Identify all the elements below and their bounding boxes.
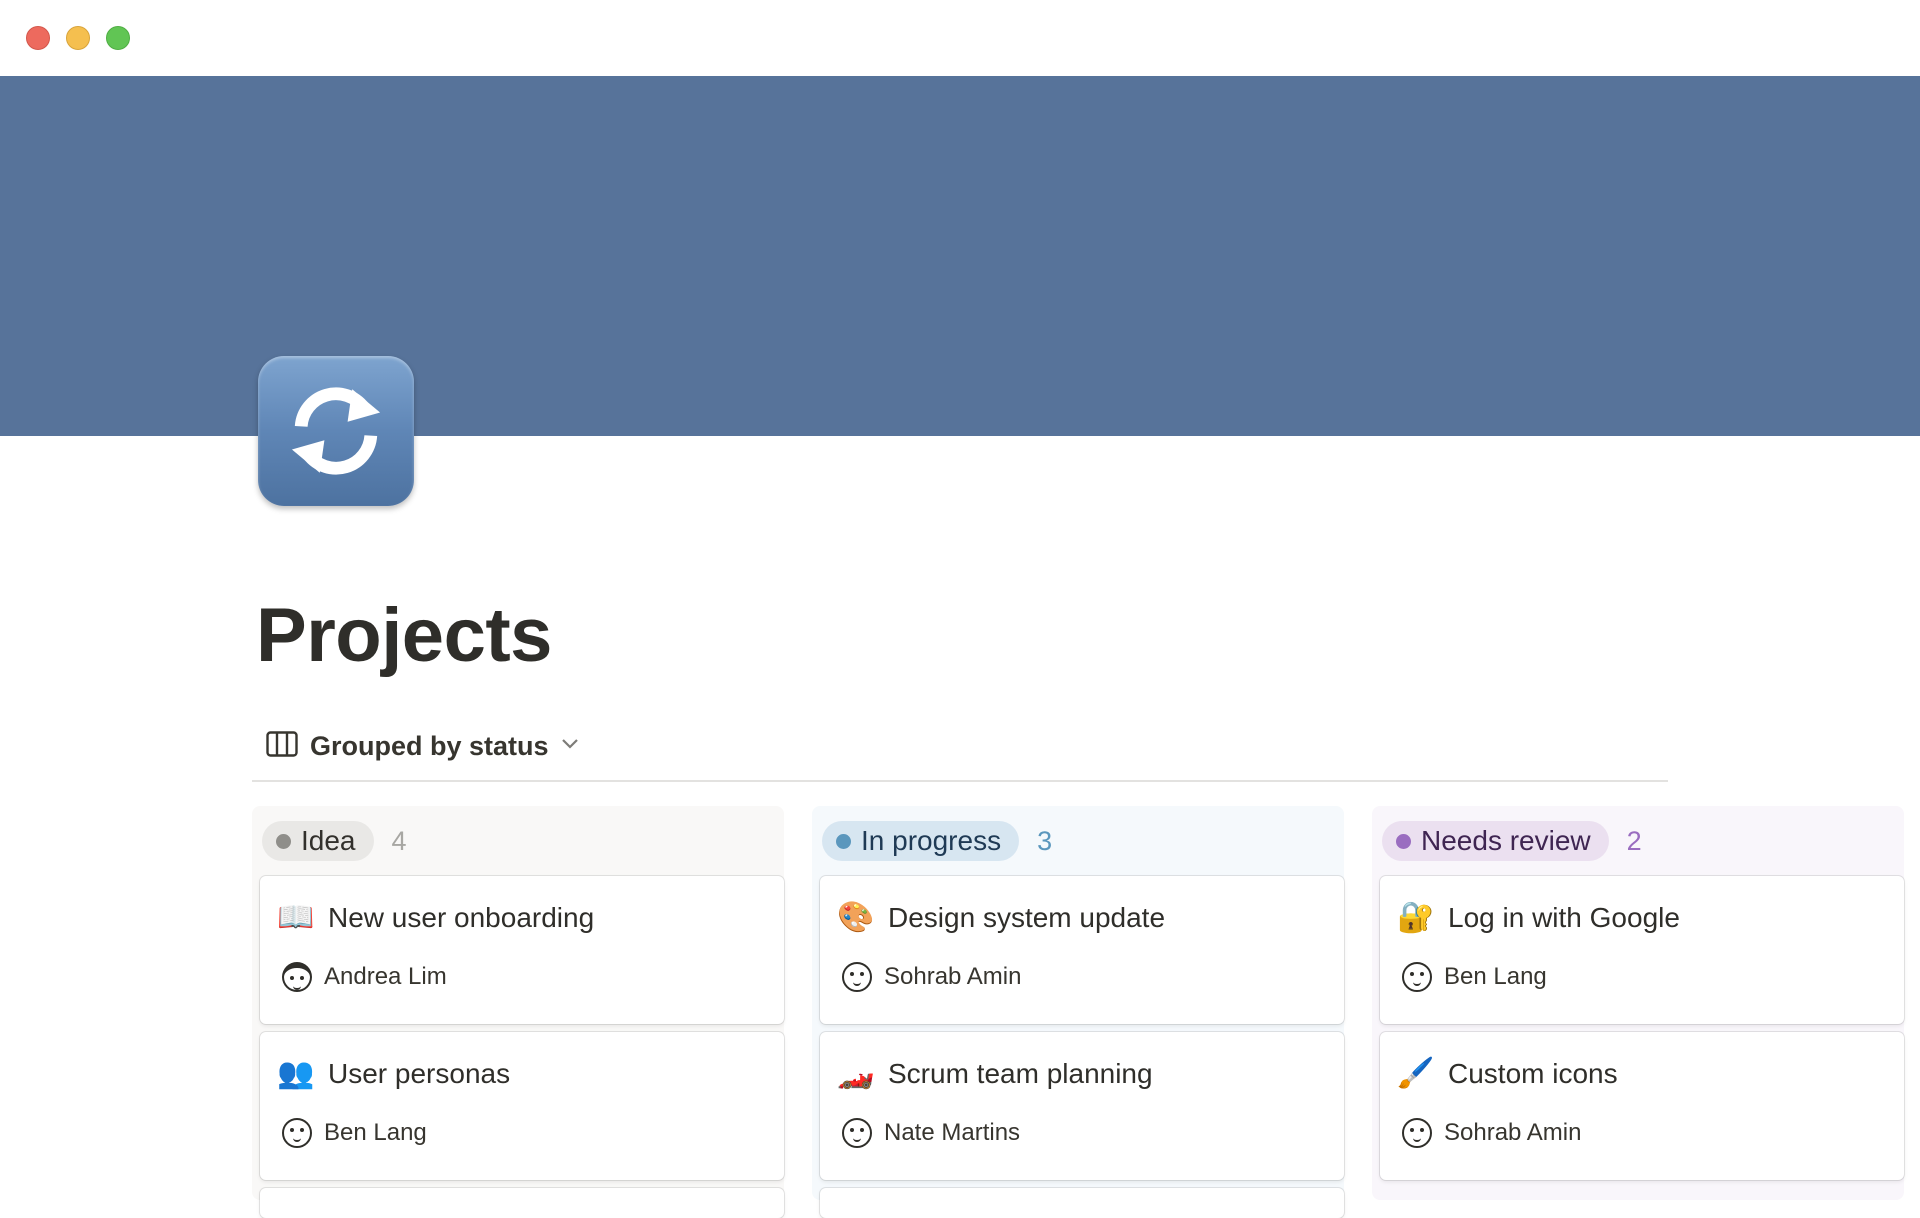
- assignee-name: Ben Lang: [1444, 963, 1547, 990]
- card-title-row: 🏎️ Scrum team planning: [837, 1056, 1153, 1092]
- column-header: In progress 3: [820, 806, 1336, 876]
- column-needs-review: Needs review 2 🔐 Log in with Google Ben …: [1372, 806, 1904, 1200]
- avatar: [1402, 962, 1432, 992]
- column-count: 4: [391, 825, 407, 856]
- column-count: 2: [1626, 825, 1642, 856]
- assignee: Sohrab Amin: [1402, 1118, 1581, 1148]
- zoom-window-button[interactable]: [106, 26, 130, 50]
- card[interactable]: [260, 1188, 784, 1218]
- card[interactable]: 📖 New user onboarding Andrea Lim: [260, 876, 784, 1024]
- avatar: [282, 962, 312, 992]
- status-dot: [276, 833, 291, 849]
- card-title: Design system update: [888, 902, 1166, 933]
- assignee-name: Ben Lang: [324, 1119, 427, 1146]
- card-title-row: 👥 User personas: [277, 1056, 511, 1092]
- avatar: [842, 962, 872, 992]
- page-title[interactable]: Projects: [256, 592, 552, 679]
- status-label: Needs review: [1421, 825, 1591, 856]
- status-pill-idea[interactable]: Idea: [262, 821, 374, 861]
- assignee: Ben Lang: [1402, 962, 1547, 992]
- assignee-name: Sohrab Amin: [1444, 1119, 1582, 1146]
- status-pill-in-progress[interactable]: In progress: [822, 821, 1020, 861]
- column-idea: Idea 4 📖 New user onboarding Andrea Lim …: [252, 806, 784, 1218]
- card[interactable]: 🏎️ Scrum team planning Nate Martins: [820, 1032, 1344, 1180]
- column-in-progress: In progress 3 🎨 Design system update Soh…: [812, 806, 1344, 1218]
- card-title: Scrum team planning: [888, 1058, 1153, 1089]
- card-title-row: 📖 New user onboarding: [277, 900, 595, 936]
- chevron-down-icon: [561, 737, 579, 755]
- assignee-name: Nate Martins: [884, 1119, 1021, 1146]
- avatar: [1402, 1118, 1432, 1148]
- view-switcher-button[interactable]: Grouped by status: [266, 726, 579, 766]
- kanban-board: Idea 4 📖 New user onboarding Andrea Lim …: [252, 806, 1920, 1218]
- window-titlebar: [0, 0, 1920, 76]
- status-label: In progress: [861, 825, 1002, 856]
- assignee: Sohrab Amin: [842, 962, 1021, 992]
- close-window-button[interactable]: [26, 26, 50, 50]
- card-title-row: 🔐 Log in with Google: [1397, 900, 1680, 936]
- view-bar: Grouped by status: [252, 716, 1668, 782]
- race-car-icon: 🏎️: [837, 1057, 875, 1090]
- card[interactable]: [820, 1188, 1344, 1218]
- busts-icon: 👥: [277, 1057, 315, 1090]
- view-label: Grouped by status: [310, 730, 549, 761]
- card-title: Custom icons: [1448, 1058, 1618, 1089]
- card-title-row: 🖌️ Custom icons: [1397, 1056, 1618, 1092]
- assignee-name: Sohrab Amin: [884, 963, 1022, 990]
- status-pill-needs-review[interactable]: Needs review: [1382, 821, 1609, 861]
- status-label: Idea: [301, 825, 356, 856]
- card[interactable]: 🎨 Design system update Sohrab Amin: [820, 876, 1344, 1024]
- avatar: [282, 1118, 312, 1148]
- column-header: Needs review 2: [1380, 806, 1896, 876]
- assignee: Nate Martins: [842, 1118, 1020, 1148]
- assignee: Ben Lang: [282, 1118, 427, 1148]
- column-count: 3: [1037, 825, 1053, 856]
- status-dot: [836, 833, 851, 849]
- card-title: User personas: [328, 1058, 511, 1089]
- card[interactable]: 👥 User personas Ben Lang: [260, 1032, 784, 1180]
- board-view-icon: [266, 730, 298, 762]
- column-header: Idea 4: [260, 806, 776, 876]
- card-title: Log in with Google: [1448, 902, 1680, 933]
- card-title-row: 🎨 Design system update: [837, 900, 1166, 936]
- open-book-icon: 📖: [277, 901, 315, 934]
- card[interactable]: 🔐 Log in with Google Ben Lang: [1380, 876, 1904, 1024]
- card-title: New user onboarding: [328, 902, 595, 933]
- status-dot: [1396, 833, 1411, 849]
- lock-with-key-icon: 🔐: [1397, 901, 1435, 934]
- minimize-window-button[interactable]: [66, 26, 90, 50]
- avatar: [842, 1118, 872, 1148]
- assignee-name: Andrea Lim: [324, 963, 447, 990]
- assignee: Andrea Lim: [282, 962, 447, 992]
- arrows-counterclockwise-icon[interactable]: [258, 356, 414, 506]
- card[interactable]: 🖌️ Custom icons Sohrab Amin: [1380, 1032, 1904, 1180]
- paintbrush-icon: 🖌️: [1397, 1057, 1435, 1090]
- palette-icon: 🎨: [837, 901, 875, 934]
